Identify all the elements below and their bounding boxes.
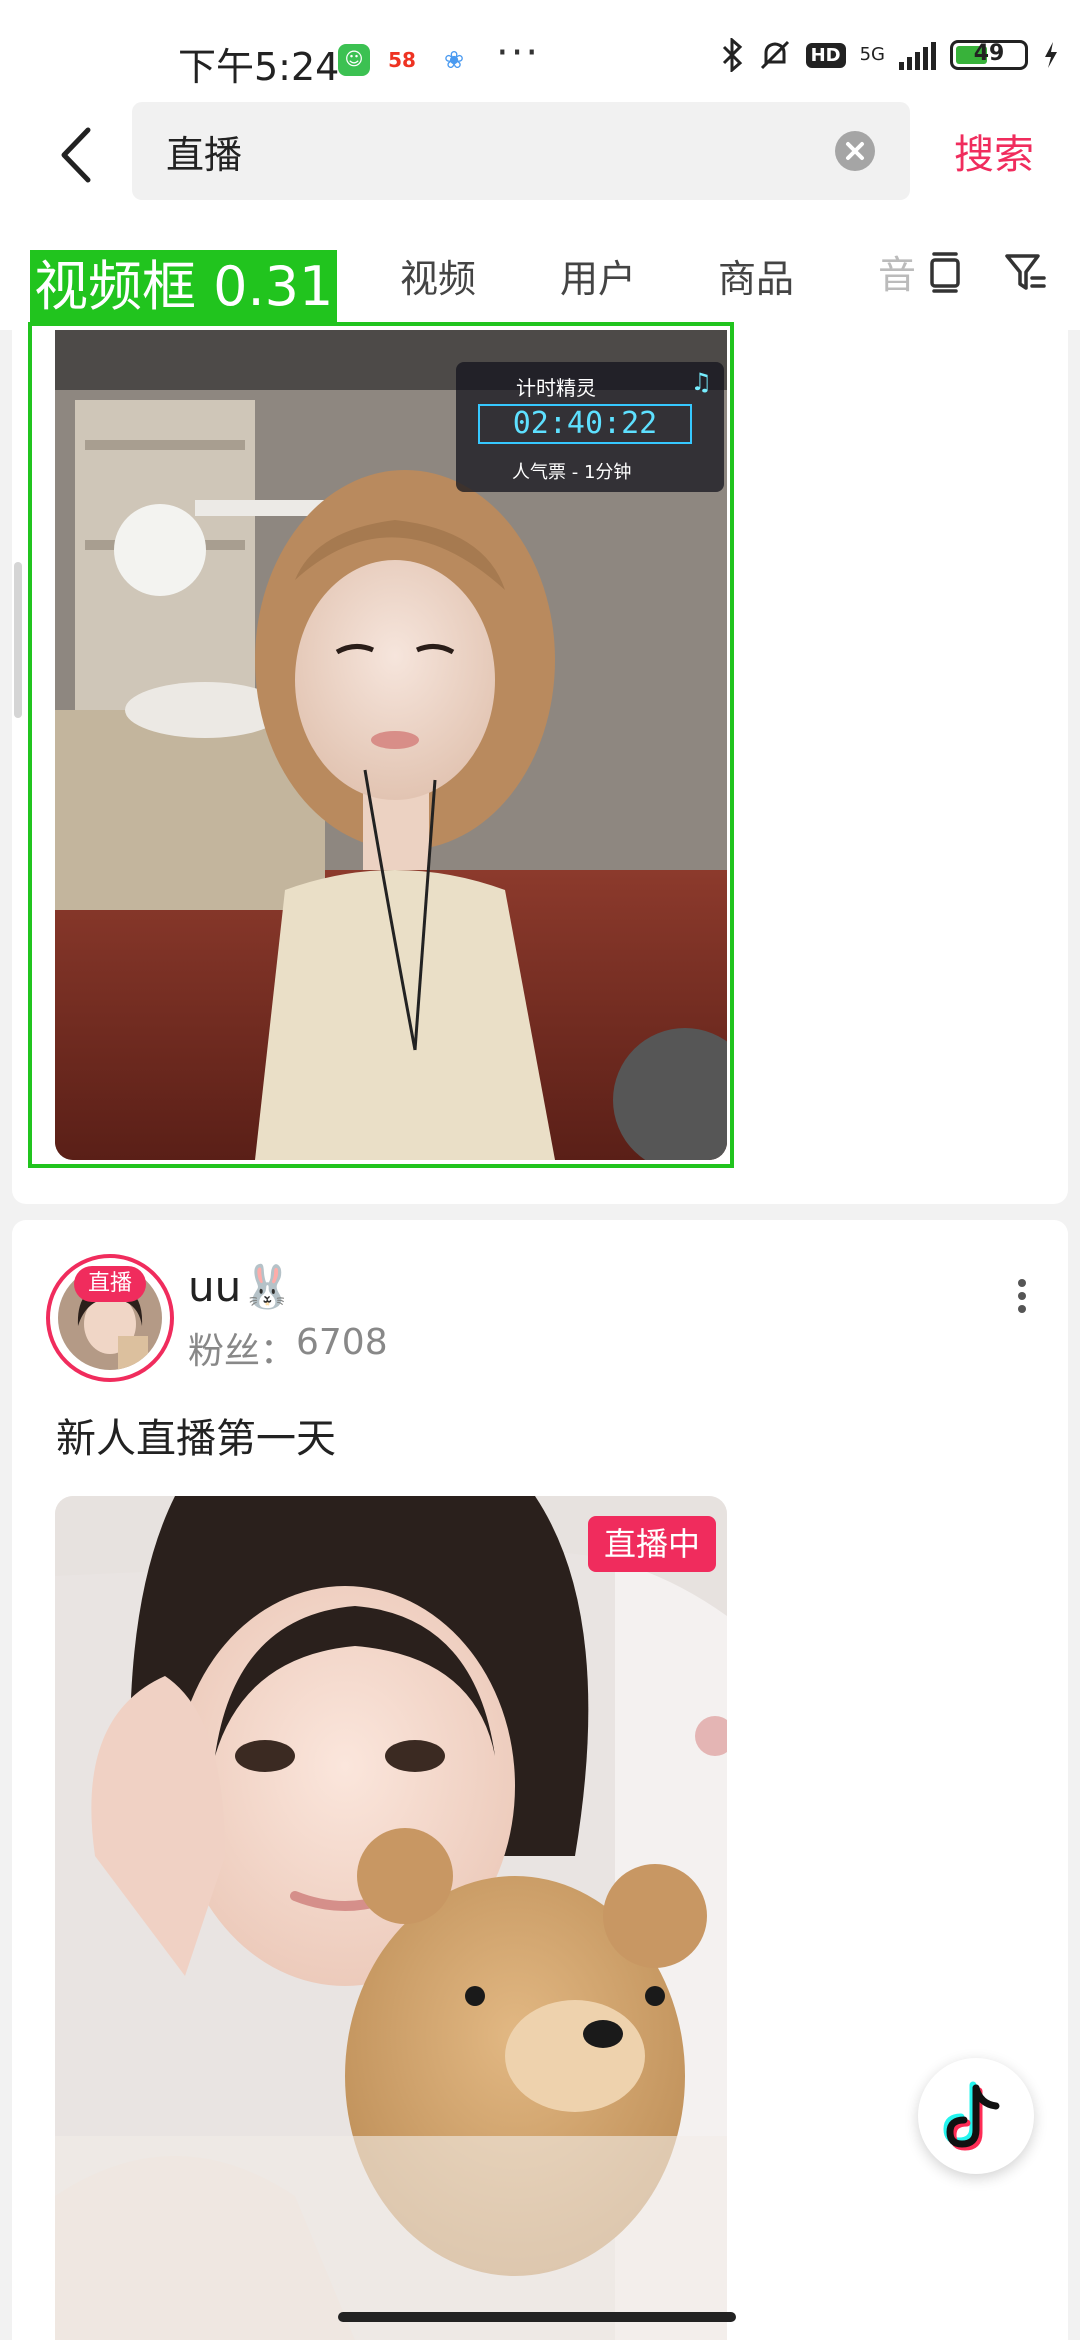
hd-icon: HD (805, 42, 846, 68)
followers-label: 粉丝： (188, 1331, 297, 1372)
douyin-logo-icon (943, 2081, 1000, 2151)
search-button[interactable]: 搜索 (954, 122, 1034, 180)
detection-label: 视频框 0.31 (30, 250, 338, 324)
status-time: 下午5:24 (178, 45, 340, 89)
tab-music[interactable]: 音 (878, 244, 916, 304)
home-indicator[interactable] (338, 2312, 736, 2322)
app-notification-icon: ☺ (338, 44, 370, 76)
clear-search-icon[interactable] (835, 131, 875, 171)
back-icon[interactable] (48, 120, 108, 190)
live-result-card[interactable]: 直播 uu🐰 粉丝： 6708 新人直播第一天 直播中 (12, 1220, 1068, 2340)
filter-icon[interactable] (1002, 248, 1048, 296)
tab-products[interactable]: 商品 (718, 248, 794, 303)
douyin-floating-button[interactable] (918, 2058, 1034, 2174)
live-badge: 直播中 (588, 1516, 717, 1572)
avatar[interactable]: 直播 (46, 1254, 174, 1382)
signal-icon (899, 40, 936, 70)
search-input[interactable]: 直播 (132, 102, 910, 200)
more-notifications-icon: ··· (496, 30, 541, 76)
status-bar: 下午5:24 ☺ 58 ❀ ··· HD 5G 49 (0, 0, 1080, 100)
charging-icon (1045, 42, 1057, 68)
layout-toggle-icon[interactable] (922, 248, 968, 296)
detection-box (28, 322, 734, 1168)
live-stream-thumbnail[interactable] (55, 1496, 727, 2340)
post-description: 新人直播第一天 (56, 1416, 336, 1462)
tab-video[interactable]: 视频 (400, 248, 476, 303)
scroll-indicator (14, 562, 22, 718)
mute-icon (760, 40, 789, 70)
network-type: 5G (859, 44, 885, 65)
tab-users[interactable]: 用户 (560, 248, 636, 303)
cloud-app-icon: ❀ (438, 44, 470, 76)
username[interactable]: uu🐰 (188, 1262, 294, 1312)
search-header: 直播 搜索 (0, 100, 1080, 230)
more-options-icon[interactable] (1010, 1274, 1034, 1324)
bluetooth-icon (722, 38, 742, 72)
live-pill: 直播 (74, 1266, 146, 1302)
battery-percent: 49 (973, 41, 1005, 66)
followers-count: 6708 (296, 1322, 388, 1363)
search-query[interactable]: 直播 (166, 124, 242, 179)
58-app-icon: 58 (386, 44, 418, 76)
battery-icon: 49 (950, 40, 1028, 70)
